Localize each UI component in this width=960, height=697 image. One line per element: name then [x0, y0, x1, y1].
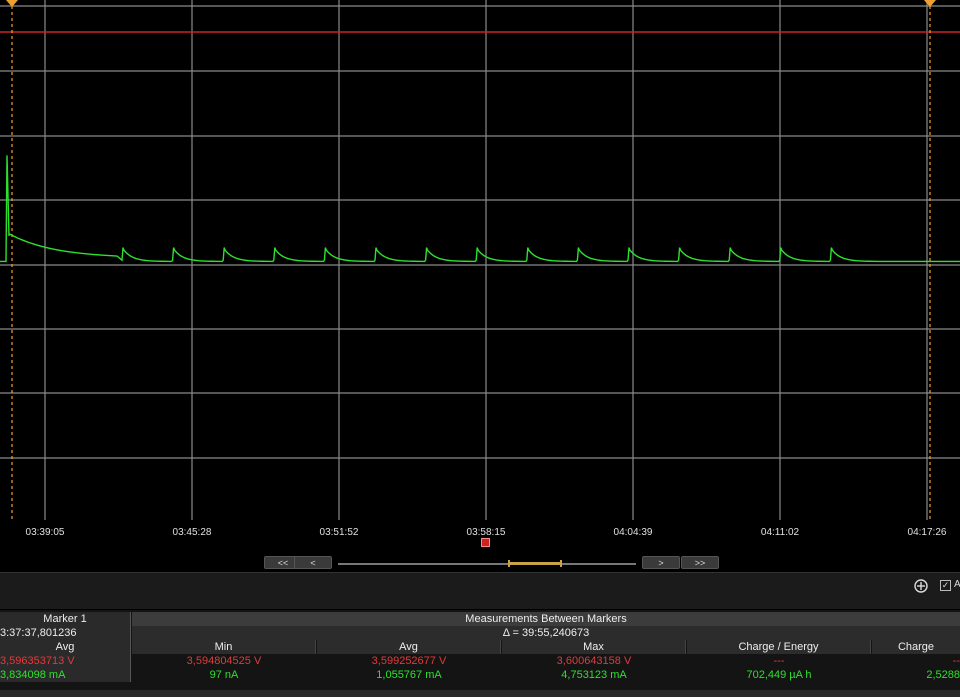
waveform-svg — [0, 0, 960, 520]
current-charge-value: 702,449 µA h — [746, 669, 812, 681]
waveform-plot[interactable] — [0, 0, 960, 520]
voltage-avg-value: 3,599252677 V — [371, 655, 447, 667]
timeline-scrollbar[interactable] — [338, 563, 636, 565]
measurements-table: Marker 1 Measurements Between Markers 3:… — [0, 610, 960, 697]
scroll-prev-button[interactable]: < — [294, 556, 332, 569]
voltage-marker-value: 3,596353713 V — [0, 654, 131, 668]
current-charge-extra-value: 2,5288 — [926, 669, 960, 681]
voltage-charge-value: -- — [952, 655, 960, 667]
x-tick-label: 04:11:02 — [760, 527, 800, 538]
marker-header: Marker 1 — [0, 612, 131, 626]
scroll-next-button[interactable]: > — [642, 556, 680, 569]
auto-checkbox[interactable]: ✓ — [940, 580, 951, 591]
current-min-value: 97 nA — [209, 669, 239, 681]
x-tick-label: 03:39:05 — [25, 527, 65, 538]
x-tick-label: 03:51:52 — [319, 527, 359, 538]
current-series-line — [0, 155, 960, 263]
zoom-in-icon[interactable] — [913, 578, 929, 594]
column-header-charge: Charge — [872, 640, 960, 654]
column-header-min: Min — [132, 640, 316, 654]
column-header-avg-marker: Avg — [0, 640, 131, 654]
column-header-avg: Avg — [317, 640, 501, 654]
x-tick-label: 03:45:28 — [172, 527, 212, 538]
current-max-value: 4,753123 mA — [561, 669, 627, 681]
timeline-scroll-thumb[interactable] — [508, 560, 562, 567]
voltage-energy-value: --- — [773, 655, 785, 667]
x-tick-label: 04:04:39 — [613, 527, 653, 538]
scroll-last-button[interactable]: >> — [681, 556, 719, 569]
voltage-min-value: 3,594804525 V — [186, 655, 262, 667]
delta-time: Δ = 39:55,240673 — [132, 626, 960, 640]
column-header-charge-energy: Charge / Energy — [687, 640, 871, 654]
x-tick-label: 03:58:15 — [466, 527, 506, 538]
auto-checkbox-label: A — [954, 579, 960, 590]
current-marker-value: 3,834098 mA — [0, 668, 131, 682]
status-strip — [0, 690, 960, 697]
marker-time: 3:37:37,801236 — [0, 626, 131, 640]
voltage-max-value: 3,600643158 V — [556, 655, 632, 667]
measurements-header: Measurements Between Markers — [132, 612, 960, 626]
measurement-toolbar: ✓ A — [0, 572, 960, 609]
column-header-max: Max — [502, 640, 686, 654]
x-tick-label: 04:17:26 — [907, 527, 947, 538]
current-avg-value: 1,055767 mA — [376, 669, 442, 681]
timeline-navigation: << < > >> — [0, 552, 960, 572]
trigger-marker-icon[interactable] — [481, 538, 490, 547]
